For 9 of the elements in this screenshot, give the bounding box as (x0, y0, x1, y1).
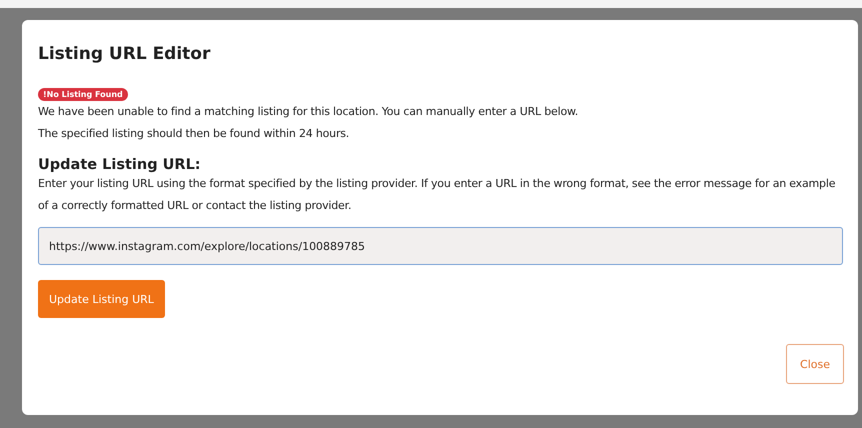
message-text: The specified listing should then be found within 24 hours. (38, 126, 350, 142)
dialog-title: Listing URL Editor (38, 44, 212, 64)
close-button[interactable]: Close (786, 344, 844, 384)
status-badge: !No Listing Found (38, 88, 128, 101)
url-input-field[interactable]: https://www.instagram.com/explore/locations/100889785 (38, 227, 843, 265)
instructions-text: Enter your listing URL using the format specified by the listing provider. If you enter a URL in the wrong format, see the error message for an example of a correctly formatted URL or contact the listing provider. (38, 176, 836, 214)
section-heading: Update Listing URL: (38, 157, 202, 173)
update-url-button[interactable]: Update Listing URL (38, 280, 165, 318)
message-text: We have been unable to find a matching listing for this location. You can manually enter a URL below. (38, 104, 580, 120)
